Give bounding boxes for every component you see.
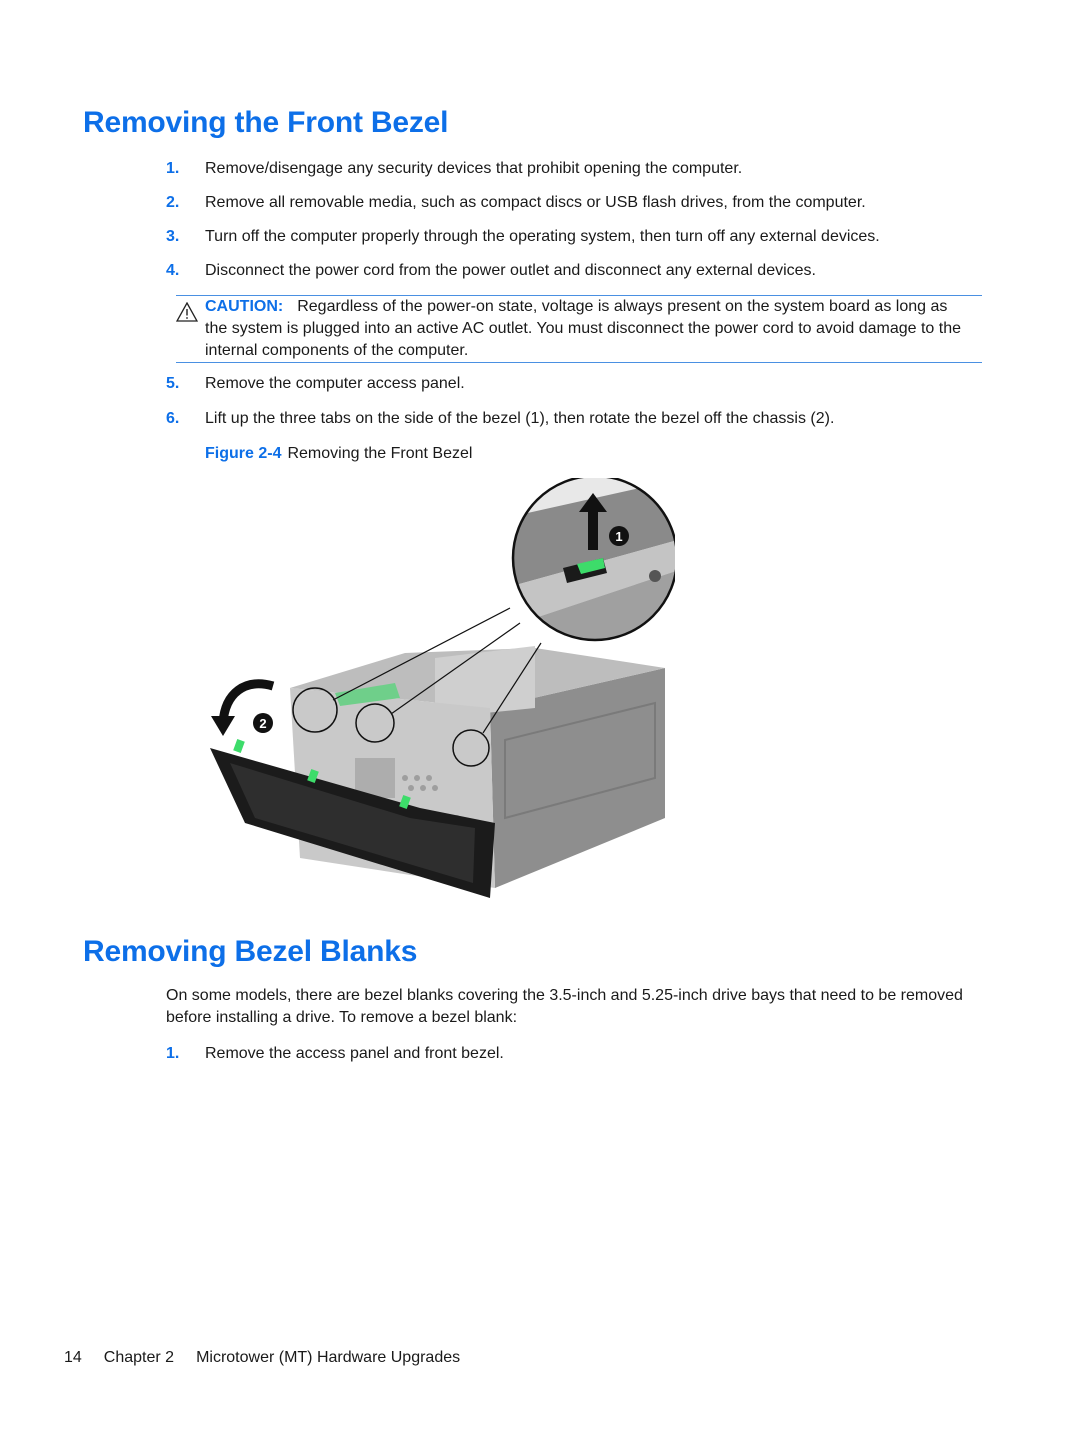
bezel-removal-illustration: 2 1 (210, 474, 679, 898)
lift-arrow-icon (588, 508, 598, 550)
step-text: Turn off the computer properly through t… (205, 228, 880, 245)
figure-caption: Figure 2-4 Removing the Front Bezel (205, 443, 472, 465)
step-number: 3. (166, 228, 180, 245)
section-title-removing-front-bezel: Removing the Front Bezel (83, 106, 449, 139)
warning-triangle-icon (176, 302, 198, 322)
figure-caption-text: Removing the Front Bezel (287, 445, 473, 462)
chapter-label: Chapter 2 (103, 1349, 175, 1366)
step-text: Disconnect the power cord from the power… (205, 262, 816, 279)
step-number: 4. (166, 262, 180, 279)
figure-label: Figure 2-4 (205, 445, 282, 462)
step-text: Remove the access panel and front bezel. (205, 1045, 504, 1062)
step-number: 6. (166, 410, 180, 427)
step-text: Remove all removable media, such as comp… (205, 194, 866, 211)
step-number: 1. (166, 1045, 180, 1062)
callout-2-label: 2 (259, 716, 266, 731)
caution-label: CAUTION: (205, 298, 284, 315)
page-number: 14 (64, 1349, 82, 1366)
step-text: Remove/disengage any security devices th… (205, 160, 743, 177)
step-text: Remove the computer access panel. (205, 375, 465, 392)
chapter-title: Microtower (MT) Hardware Upgrades (196, 1349, 461, 1366)
caution-body: CAUTION: Regardless of the power-on state… (205, 296, 972, 362)
caution-text: Regardless of the power-on state, voltag… (205, 298, 962, 359)
bezel-blanks-intro: On some models, there are bezel blanks c… (166, 987, 963, 1026)
step-number: 2. (166, 194, 180, 211)
step-number: 1. (166, 160, 180, 177)
page-footer: 14 Chapter 2 Microtower (MT) Hardware Upgr… (64, 1349, 482, 1367)
step-text: Lift up the three tabs on the side of th… (205, 410, 835, 427)
figure-front-bezel-removal: 2 1 (205, 474, 679, 903)
caution-box: CAUTION: Regardless of the power-on state… (176, 295, 982, 363)
section-title-removing-bezel-blanks: Removing Bezel Blanks (83, 935, 418, 968)
step-number: 5. (166, 375, 180, 392)
callout-1-label: 1 (615, 529, 622, 544)
